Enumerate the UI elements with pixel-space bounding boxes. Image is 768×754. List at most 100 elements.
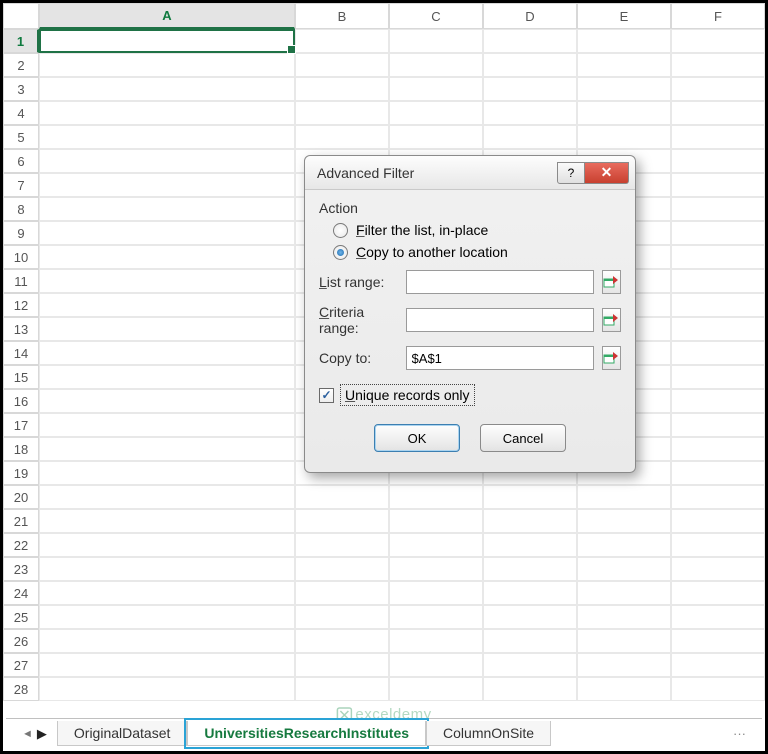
row-header-17[interactable]: 17 (3, 413, 39, 437)
cell-F22[interactable] (671, 533, 765, 557)
radio-dot-copy[interactable] (333, 245, 348, 260)
cell-F11[interactable] (671, 269, 765, 293)
cell-C22[interactable] (389, 533, 483, 557)
cell-B28[interactable] (295, 677, 389, 701)
cell-F7[interactable] (671, 173, 765, 197)
row-header-11[interactable]: 11 (3, 269, 39, 293)
cell-C23[interactable] (389, 557, 483, 581)
help-button[interactable]: ? (557, 162, 585, 184)
cell-F18[interactable] (671, 437, 765, 461)
cell-F8[interactable] (671, 197, 765, 221)
cell-F20[interactable] (671, 485, 765, 509)
radio-copy-to-location[interactable]: Copy to another location (333, 244, 621, 260)
cell-E27[interactable] (577, 653, 671, 677)
cell-E20[interactable] (577, 485, 671, 509)
cell-E21[interactable] (577, 509, 671, 533)
row-header-12[interactable]: 12 (3, 293, 39, 317)
cell-F9[interactable] (671, 221, 765, 245)
cell-B25[interactable] (295, 605, 389, 629)
cell-D28[interactable] (483, 677, 577, 701)
cell-F19[interactable] (671, 461, 765, 485)
tab-nav-next-icon[interactable]: ▶ (37, 726, 47, 742)
row-header-18[interactable]: 18 (3, 437, 39, 461)
cell-F28[interactable] (671, 677, 765, 701)
copy-to-ref-button[interactable] (602, 346, 621, 370)
cell-F16[interactable] (671, 389, 765, 413)
cell-B26[interactable] (295, 629, 389, 653)
row-header-22[interactable]: 22 (3, 533, 39, 557)
cell-D1[interactable] (483, 29, 577, 53)
cell-E4[interactable] (577, 101, 671, 125)
row-header-27[interactable]: 27 (3, 653, 39, 677)
cell-F27[interactable] (671, 653, 765, 677)
cell-A22[interactable] (39, 533, 295, 557)
cell-A2[interactable] (39, 53, 295, 77)
cell-A1[interactable] (39, 29, 295, 53)
row-header-20[interactable]: 20 (3, 485, 39, 509)
cell-D26[interactable] (483, 629, 577, 653)
cell-A21[interactable] (39, 509, 295, 533)
cell-A7[interactable] (39, 173, 295, 197)
cell-B2[interactable] (295, 53, 389, 77)
cell-C24[interactable] (389, 581, 483, 605)
cell-E25[interactable] (577, 605, 671, 629)
cell-D25[interactable] (483, 605, 577, 629)
column-header-F[interactable]: F (671, 3, 765, 29)
cell-C1[interactable] (389, 29, 483, 53)
cell-A27[interactable] (39, 653, 295, 677)
row-header-25[interactable]: 25 (3, 605, 39, 629)
cell-A23[interactable] (39, 557, 295, 581)
cell-B27[interactable] (295, 653, 389, 677)
cell-A6[interactable] (39, 149, 295, 173)
column-header-E[interactable]: E (577, 3, 671, 29)
cell-A20[interactable] (39, 485, 295, 509)
row-header-3[interactable]: 3 (3, 77, 39, 101)
cell-E24[interactable] (577, 581, 671, 605)
close-button[interactable]: ✕ (585, 162, 629, 184)
cell-C2[interactable] (389, 53, 483, 77)
cell-C20[interactable] (389, 485, 483, 509)
cell-F12[interactable] (671, 293, 765, 317)
cell-D23[interactable] (483, 557, 577, 581)
cell-F25[interactable] (671, 605, 765, 629)
cell-A8[interactable] (39, 197, 295, 221)
row-header-19[interactable]: 19 (3, 461, 39, 485)
select-all-corner[interactable] (3, 3, 39, 29)
cell-B21[interactable] (295, 509, 389, 533)
cell-F10[interactable] (671, 245, 765, 269)
row-header-16[interactable]: 16 (3, 389, 39, 413)
cell-D27[interactable] (483, 653, 577, 677)
cell-D24[interactable] (483, 581, 577, 605)
cell-E3[interactable] (577, 77, 671, 101)
row-header-14[interactable]: 14 (3, 341, 39, 365)
column-header-D[interactable]: D (483, 3, 577, 29)
cell-E23[interactable] (577, 557, 671, 581)
copy-to-input[interactable] (406, 346, 594, 370)
cell-D2[interactable] (483, 53, 577, 77)
cell-F1[interactable] (671, 29, 765, 53)
row-header-28[interactable]: 28 (3, 677, 39, 701)
row-header-21[interactable]: 21 (3, 509, 39, 533)
cell-E5[interactable] (577, 125, 671, 149)
cell-A25[interactable] (39, 605, 295, 629)
cell-C4[interactable] (389, 101, 483, 125)
cell-A12[interactable] (39, 293, 295, 317)
cell-F6[interactable] (671, 149, 765, 173)
cell-A4[interactable] (39, 101, 295, 125)
row-header-13[interactable]: 13 (3, 317, 39, 341)
ok-button[interactable]: OK (374, 424, 460, 452)
cell-D5[interactable] (483, 125, 577, 149)
cell-E2[interactable] (577, 53, 671, 77)
unique-records-checkbox[interactable]: ✓ (319, 388, 334, 403)
row-header-10[interactable]: 10 (3, 245, 39, 269)
cell-A5[interactable] (39, 125, 295, 149)
tab-scroll-more-icon[interactable]: ··· (733, 726, 746, 741)
cell-B4[interactable] (295, 101, 389, 125)
cell-C21[interactable] (389, 509, 483, 533)
cell-E1[interactable] (577, 29, 671, 53)
criteria-range-ref-button[interactable] (602, 308, 621, 332)
cell-A24[interactable] (39, 581, 295, 605)
cell-E28[interactable] (577, 677, 671, 701)
cell-C27[interactable] (389, 653, 483, 677)
cell-A19[interactable] (39, 461, 295, 485)
